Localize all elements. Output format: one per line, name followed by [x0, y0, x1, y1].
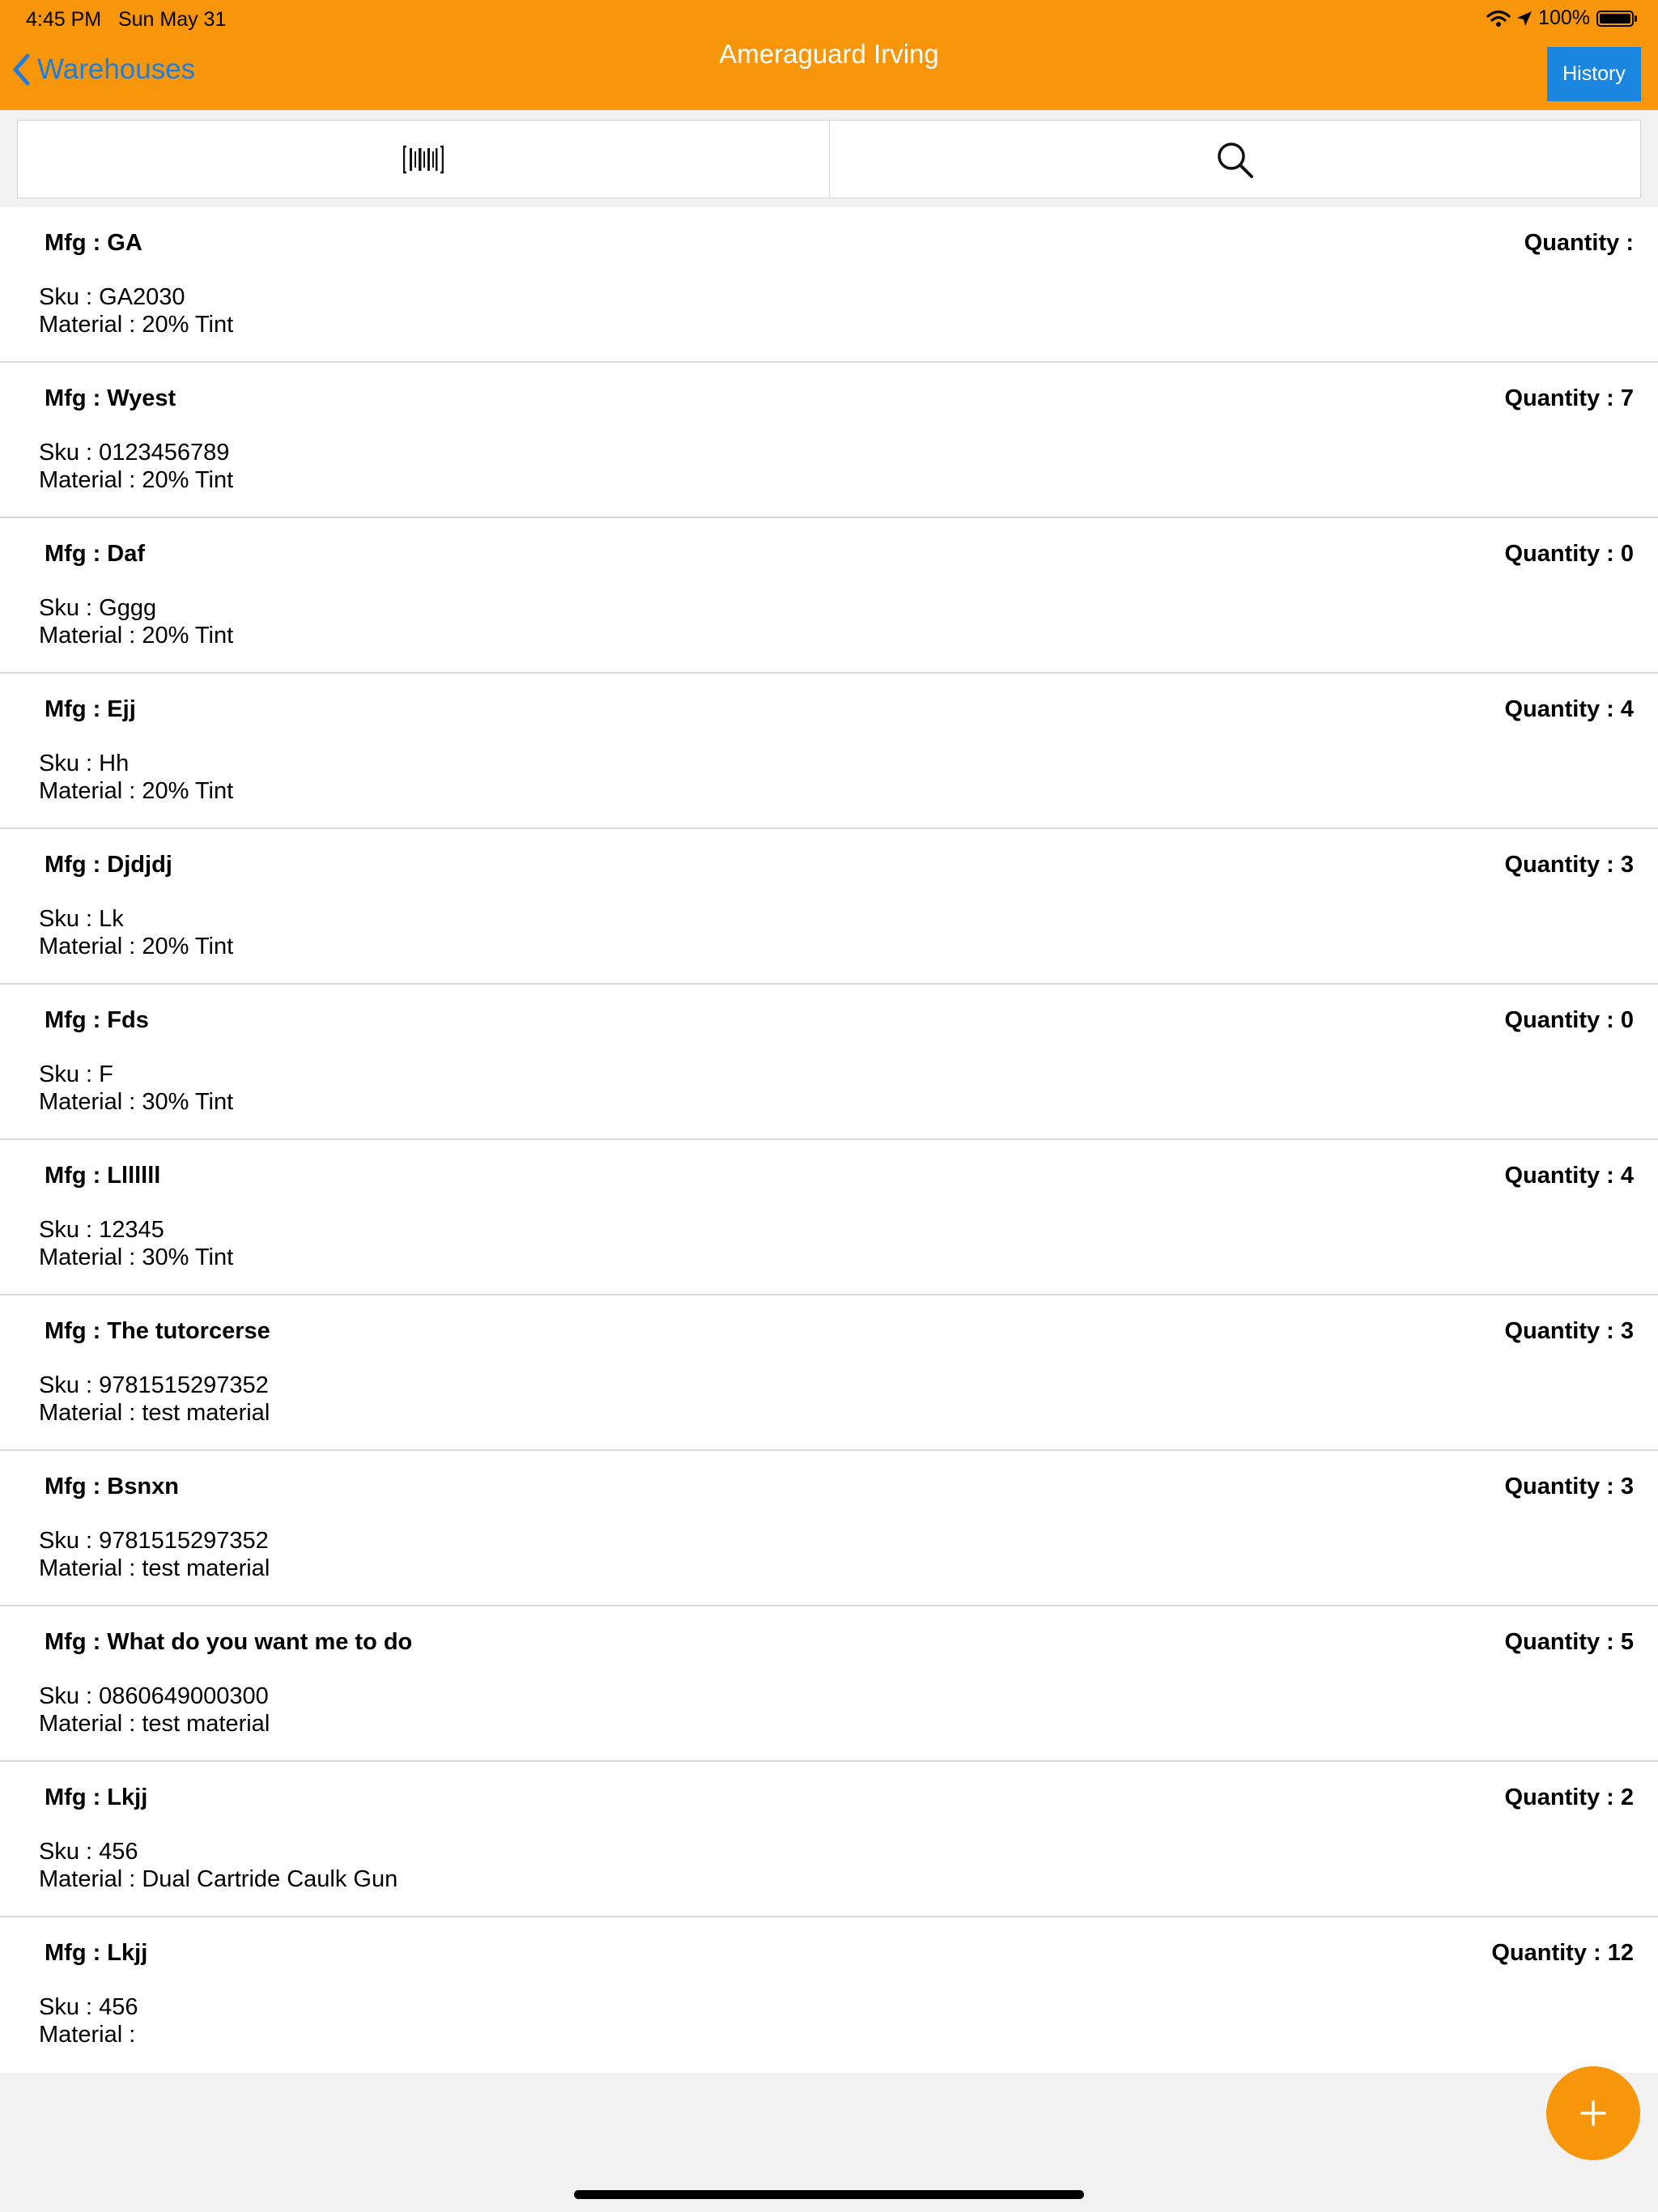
item-sku: Sku : 0860649000300	[39, 1683, 269, 1709]
list-item[interactable]: Mfg : Daf Quantity : 0 Sku : Gggg Material …	[0, 518, 1658, 674]
status-time-value: 4:45 PM	[26, 8, 102, 31]
item-quantity: Quantity : 5	[1504, 1629, 1634, 1655]
item-material: Material : test material	[39, 1400, 270, 1426]
item-quantity: Quantity : 4	[1504, 1163, 1634, 1189]
location-icon	[1517, 11, 1533, 26]
list-item[interactable]: Mfg : Lkjj Quantity : 12 Sku : 456 Material…	[0, 1917, 1658, 2073]
battery-icon	[1596, 10, 1637, 27]
item-mfg: Mfg : Daf	[45, 541, 146, 567]
list-item[interactable]: Mfg : What do you want me to do Quantity …	[0, 1606, 1658, 1762]
list-item[interactable]: Mfg : Fds Quantity : 0 Sku : F Material : 3…	[0, 985, 1658, 1140]
item-mfg: Mfg : Lkjj	[45, 1784, 148, 1810]
item-sku: Sku : Hh	[39, 751, 130, 776]
item-quantity: Quantity :	[1524, 230, 1634, 256]
add-item-button[interactable]	[1546, 2066, 1640, 2160]
status-time: 4:45 PM Sun May 31	[26, 8, 226, 32]
list-item[interactable]: Mfg : Djdjdj Quantity : 3 Sku : Lk Material…	[0, 829, 1658, 985]
item-mfg: Mfg : Lkjj	[45, 1940, 148, 1966]
item-mfg: Mfg : Djdjdj	[45, 852, 172, 878]
barcode-icon	[402, 145, 444, 173]
item-quantity: Quantity : 3	[1504, 852, 1634, 878]
item-mfg: Mfg : GA	[45, 230, 142, 256]
item-material: Material : 30% Tint	[39, 1244, 234, 1270]
item-quantity: Quantity : 2	[1504, 1784, 1634, 1810]
list-item[interactable]: Mfg : The tutorcerse Quantity : 3 Sku : 97…	[0, 1295, 1658, 1451]
item-material: Material : Dual Cartride Caulk Gun	[39, 1866, 398, 1892]
item-material: Material : 30% Tint	[39, 1089, 234, 1115]
list-item[interactable]: Mfg : Wyest Quantity : 7 Sku : 0123456789 M…	[0, 363, 1658, 518]
item-sku: Sku : 456	[39, 1994, 138, 2020]
search-button[interactable]	[828, 121, 1641, 198]
item-material: Material : 20% Tint	[39, 934, 234, 959]
item-material: Material : 20% Tint	[39, 778, 234, 804]
item-quantity: Quantity : 0	[1504, 541, 1634, 567]
item-mfg: Mfg : Wyest	[45, 385, 176, 411]
item-mfg: Mfg : Bsnxn	[45, 1474, 179, 1499]
toolbar	[17, 120, 1641, 198]
item-sku: Sku : 12345	[39, 1217, 164, 1243]
item-material: Material : test material	[39, 1555, 270, 1581]
item-quantity: Quantity : 3	[1504, 1474, 1634, 1499]
item-sku: Sku : GA2030	[39, 284, 185, 310]
item-quantity: Quantity : 4	[1504, 696, 1634, 722]
wifi-icon	[1486, 10, 1511, 27]
status-date: Sun May 31	[117, 8, 227, 31]
search-icon	[1218, 142, 1254, 178]
item-quantity: Quantity : 3	[1504, 1318, 1634, 1344]
item-material: Material :	[39, 2022, 136, 2048]
item-material: Material : 20% Tint	[39, 312, 234, 338]
history-button[interactable]: History	[1547, 47, 1641, 101]
status-indicators: 100%	[1486, 6, 1637, 30]
page-title: Ameraguard Irving	[719, 39, 939, 69]
item-mfg: Mfg : Fds	[45, 1007, 149, 1033]
item-mfg: Mfg : Lllllll	[45, 1163, 161, 1189]
item-mfg: Mfg : Ejj	[45, 696, 136, 722]
plus-icon	[1580, 2100, 1606, 2126]
item-material: Material : 20% Tint	[39, 623, 234, 649]
item-sku: Sku : Lk	[39, 906, 124, 932]
item-quantity: Quantity : 7	[1504, 385, 1634, 411]
item-quantity: Quantity : 0	[1504, 1007, 1634, 1033]
item-sku: Sku : F	[39, 1061, 113, 1087]
item-sku: Sku : 9781515297352	[39, 1372, 269, 1398]
item-mfg: Mfg : The tutorcerse	[45, 1318, 270, 1344]
list-item[interactable]: Mfg : Ejj Quantity : 4 Sku : Hh Material : …	[0, 674, 1658, 829]
item-sku: Sku : 9781515297352	[39, 1528, 269, 1554]
list-item[interactable]: Mfg : Lllllll Quantity : 4 Sku : 12345 Mate…	[0, 1140, 1658, 1295]
item-material: Material : 20% Tint	[39, 467, 234, 493]
item-quantity: Quantity : 12	[1491, 1940, 1634, 1966]
nav-bar: 4:45 PM Sun May 31 100% Warehouses Amera…	[0, 0, 1658, 110]
inventory-list: Mfg : GA Quantity : Sku : GA2030 Material :…	[0, 207, 1658, 2073]
list-item[interactable]: Mfg : Lkjj Quantity : 2 Sku : 456 Material …	[0, 1762, 1658, 1917]
item-sku: Sku : 456	[39, 1839, 138, 1865]
scan-button[interactable]	[18, 121, 829, 198]
item-sku: Sku : 0123456789	[39, 440, 230, 466]
item-sku: Sku : Gggg	[39, 595, 157, 621]
list-item[interactable]: Mfg : GA Quantity : Sku : GA2030 Material :…	[0, 207, 1658, 363]
list-item[interactable]: Mfg : Bsnxn Quantity : 3 Sku : 97815152973…	[0, 1451, 1658, 1606]
item-mfg: Mfg : What do you want me to do	[45, 1629, 413, 1655]
battery-percent: 100%	[1538, 6, 1590, 29]
home-indicator	[574, 2190, 1084, 2199]
item-material: Material : test material	[39, 1711, 270, 1737]
